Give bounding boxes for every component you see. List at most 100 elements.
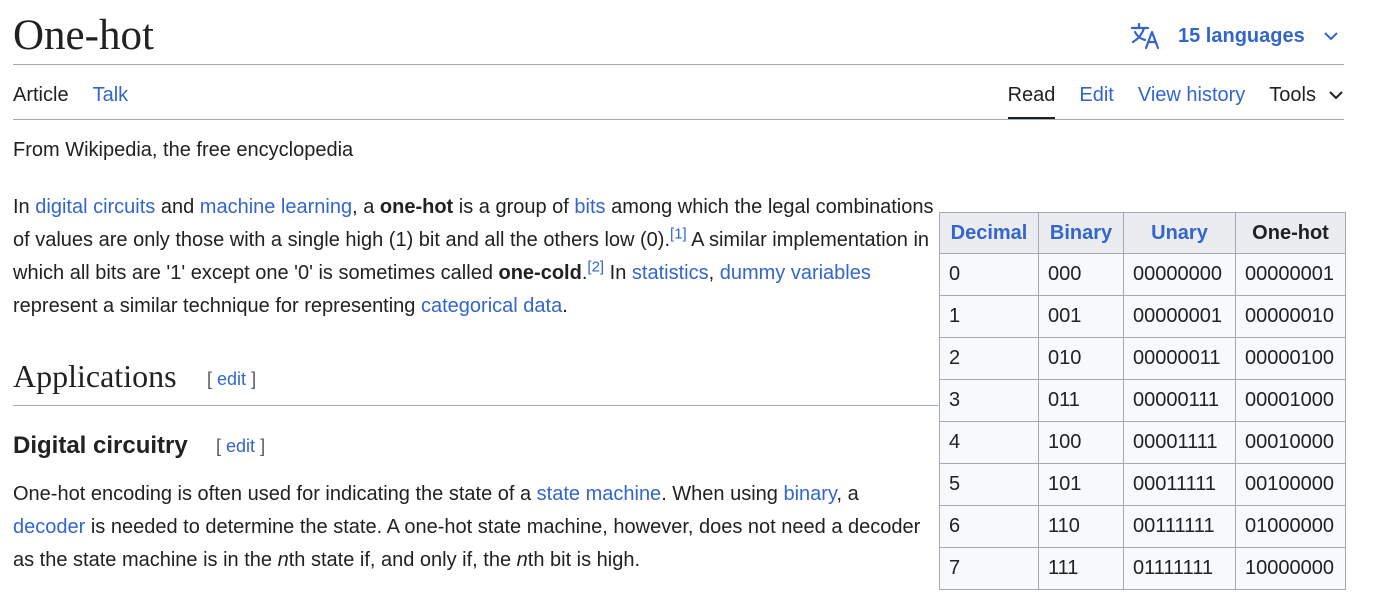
cell-binary: 110 bbox=[1038, 505, 1124, 548]
table-row: 6 110 00111111 01000000 bbox=[939, 505, 1346, 548]
link-statistics[interactable]: statistics bbox=[632, 262, 709, 284]
section-divider bbox=[13, 405, 938, 406]
page-title: One-hot bbox=[13, 12, 154, 59]
cell-unary: 00001111 bbox=[1123, 421, 1236, 464]
reference-2[interactable]: [2] bbox=[587, 258, 604, 275]
cell-binary: 001 bbox=[1038, 295, 1124, 338]
text: In bbox=[604, 262, 632, 284]
cell-decimal: 6 bbox=[939, 505, 1039, 548]
bracket: ] bbox=[260, 436, 266, 456]
table-row: 0 000 00000000 00000001 bbox=[939, 253, 1346, 296]
cell-binary: 011 bbox=[1038, 379, 1124, 422]
view-tabs: Read Edit View history Tools bbox=[984, 82, 1344, 120]
digital-circuitry-paragraph: One-hot encoding is often used for indic… bbox=[13, 478, 923, 577]
section-edit-digital-circuitry: [ edit ] bbox=[216, 436, 265, 457]
bracket: ] bbox=[251, 369, 257, 389]
edit-link-applications[interactable]: edit bbox=[217, 369, 246, 389]
languages-button[interactable]: 15 languages bbox=[1130, 22, 1339, 50]
text: th bit is high. bbox=[527, 549, 641, 571]
link-categorical-data[interactable]: categorical data bbox=[421, 295, 562, 317]
site-tagline: From Wikipedia, the free encyclopedia bbox=[13, 139, 354, 161]
cell-binary: 111 bbox=[1038, 547, 1124, 590]
cell-one-hot: 00000001 bbox=[1235, 253, 1346, 296]
section-edit-applications: [ edit ] bbox=[207, 369, 256, 390]
cell-one-hot: 00000010 bbox=[1235, 295, 1346, 338]
cell-decimal: 3 bbox=[939, 379, 1039, 422]
cell-decimal: 7 bbox=[939, 547, 1039, 590]
cell-binary: 101 bbox=[1038, 463, 1124, 506]
text: In bbox=[13, 196, 36, 218]
link-bits[interactable]: bits bbox=[574, 196, 605, 218]
tab-edit[interactable]: Edit bbox=[1079, 82, 1113, 108]
cell-binary: 010 bbox=[1038, 337, 1124, 380]
section-heading-applications: Applications bbox=[13, 358, 177, 394]
bracket: [ bbox=[216, 436, 222, 456]
cell-decimal: 1 bbox=[939, 295, 1039, 338]
header-unary[interactable]: Unary bbox=[1123, 212, 1236, 254]
cell-binary: 000 bbox=[1038, 253, 1124, 296]
header-decimal[interactable]: Decimal bbox=[939, 212, 1039, 254]
italic-n: n bbox=[516, 549, 528, 571]
tab-article[interactable]: Article bbox=[13, 82, 69, 108]
italic-n: n bbox=[277, 549, 289, 571]
bracket: [ bbox=[207, 369, 213, 389]
cell-unary: 00011111 bbox=[1123, 463, 1236, 506]
cell-decimal: 2 bbox=[939, 337, 1039, 380]
title-divider bbox=[13, 64, 1344, 65]
section-heading-digital-circuitry: Digital circuitry bbox=[13, 432, 188, 459]
text: , bbox=[708, 262, 720, 284]
term-one-hot: one-hot bbox=[379, 196, 454, 218]
tab-view-history[interactable]: View history bbox=[1138, 82, 1245, 108]
table-row: 4 100 00001111 00010000 bbox=[939, 421, 1346, 464]
cell-decimal: 5 bbox=[939, 463, 1039, 506]
header-binary[interactable]: Binary bbox=[1038, 212, 1124, 254]
header-one-hot: One-hot bbox=[1235, 212, 1346, 254]
edit-link-digital-circuitry[interactable]: edit bbox=[226, 436, 255, 456]
reference-1[interactable]: [1] bbox=[670, 225, 687, 242]
cell-unary: 00000111 bbox=[1123, 379, 1236, 422]
tools-menu[interactable]: Tools bbox=[1269, 82, 1344, 108]
text: represent a similar technique for repres… bbox=[13, 295, 421, 317]
link-machine-learning[interactable]: machine learning bbox=[200, 196, 352, 218]
intro-paragraph: In digital circuits and machine learning… bbox=[13, 191, 948, 323]
cell-decimal: 4 bbox=[939, 421, 1039, 464]
cell-one-hot: 01000000 bbox=[1235, 505, 1346, 548]
cell-one-hot: 10000000 bbox=[1235, 547, 1346, 590]
tools-label: Tools bbox=[1269, 84, 1316, 106]
link-state-machine[interactable]: state machine bbox=[537, 483, 662, 505]
link-digital-circuits[interactable]: digital circuits bbox=[35, 196, 155, 218]
text: and bbox=[155, 196, 200, 218]
tabs-divider bbox=[13, 119, 1344, 120]
text: th state if, and only if, the bbox=[288, 549, 517, 571]
cell-one-hot: 00001000 bbox=[1235, 379, 1346, 422]
cell-binary: 100 bbox=[1038, 421, 1124, 464]
table-row: 7 111 01111111 10000000 bbox=[939, 547, 1346, 590]
cell-decimal: 0 bbox=[939, 253, 1039, 296]
link-dummy-variables[interactable]: dummy variables bbox=[720, 262, 871, 284]
cell-unary: 01111111 bbox=[1123, 547, 1236, 590]
text: One-hot encoding is often used for indic… bbox=[13, 483, 537, 505]
term-one-cold: one-cold bbox=[498, 262, 582, 284]
link-binary[interactable]: binary bbox=[783, 483, 836, 505]
cell-unary: 00000000 bbox=[1123, 253, 1236, 296]
cell-unary: 00000001 bbox=[1123, 295, 1236, 338]
cell-unary: 00000011 bbox=[1123, 337, 1236, 380]
chevron-down-icon bbox=[1329, 91, 1343, 100]
text: , a bbox=[352, 196, 380, 218]
table-row: 5 101 00011111 00100000 bbox=[939, 463, 1346, 506]
table-header-row: Decimal Binary Unary One-hot bbox=[939, 212, 1346, 254]
table-row: 2 010 00000011 00000100 bbox=[939, 337, 1346, 380]
encoding-table: Decimal Binary Unary One-hot 0 000 0000000… bbox=[939, 212, 1346, 590]
link-decoder[interactable]: decoder bbox=[13, 516, 85, 538]
tab-read[interactable]: Read bbox=[1007, 82, 1055, 120]
text: . bbox=[562, 295, 568, 317]
translate-icon bbox=[1130, 22, 1160, 50]
languages-label: 15 languages bbox=[1178, 24, 1305, 47]
text: is a group of bbox=[453, 196, 575, 218]
cell-one-hot: 00000100 bbox=[1235, 337, 1346, 380]
tab-talk[interactable]: Talk bbox=[93, 82, 129, 108]
text: , a bbox=[836, 483, 859, 505]
text: . When using bbox=[661, 483, 784, 505]
chevron-down-icon bbox=[1324, 32, 1338, 41]
table-row: 3 011 00000111 00001000 bbox=[939, 379, 1346, 422]
